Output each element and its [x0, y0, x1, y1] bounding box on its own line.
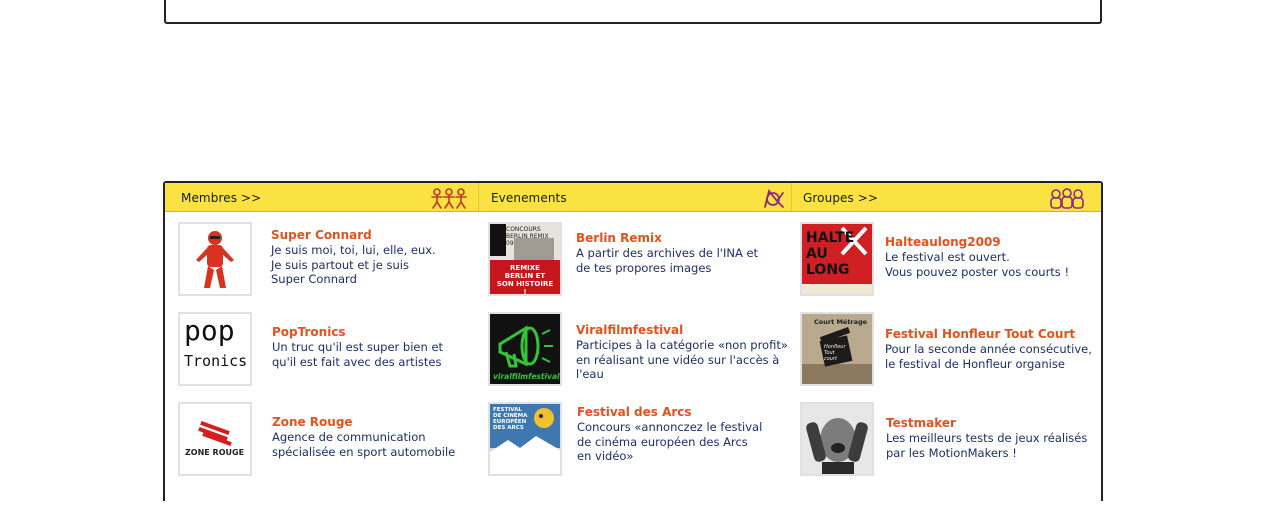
- content-panel: Membres >> Evenements Groupes >> Super C…: [163, 181, 1103, 501]
- people-icon: [431, 188, 467, 209]
- description-line: spécialisée en sport automobile: [272, 444, 456, 459]
- thumbnail-text: Honfleur Tout court: [824, 344, 846, 362]
- description-line: de cinéma européen des Arcs: [577, 434, 748, 449]
- thumbnail-text: Tronics: [184, 352, 248, 370]
- list-item[interactable]: pop Tronics PopTronics Un truc qu'il est…: [178, 312, 490, 392]
- list-item[interactable]: Testmaker Les meilleurs tests de jeux ré…: [800, 402, 1112, 482]
- item-title-link[interactable]: Testmaker: [886, 416, 956, 430]
- testmaker-thumbnail[interactable]: [800, 402, 874, 476]
- thumbnail-text: viralfilmfestival: [493, 372, 560, 381]
- item-title-link[interactable]: Berlin Remix: [576, 231, 662, 245]
- description-line: Agence de communication: [272, 430, 426, 444]
- description-line: Concours «annonczez le festival: [577, 420, 763, 434]
- header-divider: [791, 183, 792, 211]
- header-divider: [478, 183, 479, 211]
- header-groupes-link[interactable]: Groupes >>: [803, 191, 878, 205]
- viralfilmfestival-thumbnail[interactable]: viralfilmfestival: [488, 312, 562, 386]
- description-line: Participes à la catégorie «non profit»: [576, 338, 788, 352]
- zone-rouge-thumbnail[interactable]: ZONE ROUGE: [178, 402, 252, 476]
- description-line: le festival de Honfleur organise: [885, 356, 1065, 371]
- column-membres: Super Connard Je suis moi, toi, lui, ell…: [178, 211, 490, 511]
- description-line: Je suis moi, toi, lui, elle, eux.: [271, 243, 436, 257]
- item-description: Un truc qu'il est super bien et qu'il es…: [272, 340, 487, 369]
- thumbnail-text: CONCOURS BERLIN REMIX 09: [506, 226, 549, 247]
- festival-honfleur-thumbnail[interactable]: Court Métrage Honfleur Tout court: [800, 312, 874, 386]
- panel-header-bar: Membres >> Evenements Groupes >>: [165, 183, 1101, 212]
- list-item[interactable]: Court Métrage Honfleur Tout court Festiv…: [800, 312, 1112, 392]
- description-line: Les meilleurs tests de jeux réalisés: [886, 431, 1088, 445]
- column-groupes: HALTE AU LONG Halteaulong2009 Le festiva…: [800, 211, 1112, 511]
- item-description: Concours «annonczez le festival de ciném…: [577, 420, 792, 464]
- list-item[interactable]: CONCOURS BERLIN REMIX 09 REMIXE BERLIN E…: [488, 222, 800, 302]
- item-title-link[interactable]: Super Connard: [271, 228, 372, 242]
- item-description: Les meilleurs tests de jeux réalisés par…: [886, 431, 1106, 460]
- list-item[interactable]: viralfilmfestival Viralfilmfestival Part…: [488, 312, 800, 392]
- description-line: en vidéo»: [577, 449, 634, 463]
- festival-des-arcs-thumbnail[interactable]: FESTIVAL DE CINÉMA EUROPÉEN DES ARCS: [488, 402, 562, 476]
- description-line: de tes propores images: [576, 260, 712, 275]
- item-title-link[interactable]: Zone Rouge: [272, 415, 353, 429]
- description-line: A partir des archives de l'INA et: [576, 246, 759, 260]
- thumbnail-text: REMIXE BERLIN ET SON HISTOIRE !: [496, 264, 554, 296]
- halteaulong2009-thumbnail[interactable]: HALTE AU LONG: [800, 222, 874, 296]
- column-evenements: CONCOURS BERLIN REMIX 09 REMIXE BERLIN E…: [488, 211, 800, 511]
- thumbnail-text: HALTE AU LONG: [806, 230, 855, 278]
- description-line: Un truc qu'il est super bien et: [272, 340, 444, 354]
- thumbnail-text: Court Métrage: [814, 318, 868, 326]
- item-title-link[interactable]: Viralfilmfestival: [576, 323, 683, 337]
- description-line: Pour la seconde année consécutive,: [885, 342, 1092, 356]
- thumbnail-text: pop: [184, 314, 235, 347]
- description-line: qu'il est fait avec des artistes: [272, 354, 442, 369]
- item-title-link[interactable]: Festival des Arcs: [577, 405, 692, 419]
- poptronics-thumbnail[interactable]: pop Tronics: [178, 312, 252, 386]
- berlin-remix-thumbnail[interactable]: CONCOURS BERLIN REMIX 09 REMIXE BERLIN E…: [488, 222, 562, 296]
- description-line: Je suis partout et je suis: [271, 257, 409, 272]
- previous-panel-bottom: [164, 0, 1102, 24]
- item-description: Je suis moi, toi, lui, elle, eux. Je sui…: [271, 243, 486, 287]
- item-title-link[interactable]: Halteaulong2009: [885, 235, 1001, 249]
- description-line: en réalisant une vidéo sur l'accès à: [576, 352, 780, 367]
- list-item[interactable]: ZONE ROUGE Zone Rouge Agence de communic…: [178, 402, 490, 482]
- thumbnail-text: ZONE ROUGE: [185, 448, 245, 457]
- thumbnail-text: FESTIVAL DE CINÉMA EUROPÉEN DES ARCS: [493, 407, 528, 431]
- item-description: Agence de communication spécialisée en s…: [272, 430, 487, 459]
- header-evenements-label: Evenements: [491, 191, 567, 205]
- item-description: Participes à la catégorie «non profit» e…: [576, 338, 796, 382]
- description-line: Le festival est ouvert.: [885, 250, 1010, 264]
- description-line: l'eau: [576, 367, 604, 381]
- description-line: Super Connard: [271, 272, 357, 286]
- item-title-link[interactable]: Festival Honfleur Tout Court: [885, 327, 1075, 341]
- item-description: Pour la seconde année consécutive, le fe…: [885, 342, 1105, 371]
- description-line: par les MotionMakers !: [886, 445, 1017, 460]
- list-item[interactable]: FESTIVAL DE CINÉMA EUROPÉEN DES ARCS Fes…: [488, 402, 800, 482]
- group-icon: [1050, 188, 1084, 209]
- item-description: Le festival est ouvert. Vous pouvez post…: [885, 250, 1100, 279]
- super-connard-thumbnail[interactable]: [178, 222, 252, 296]
- item-title-link[interactable]: PopTronics: [272, 325, 346, 339]
- header-membres-link[interactable]: Membres >>: [181, 191, 261, 205]
- list-item[interactable]: HALTE AU LONG Halteaulong2009 Le festiva…: [800, 222, 1112, 302]
- item-description: A partir des archives de l'INA et de tes…: [576, 246, 791, 275]
- list-item[interactable]: Super Connard Je suis moi, toi, lui, ell…: [178, 222, 490, 302]
- description-line: Vous pouvez poster vos courts !: [885, 264, 1070, 279]
